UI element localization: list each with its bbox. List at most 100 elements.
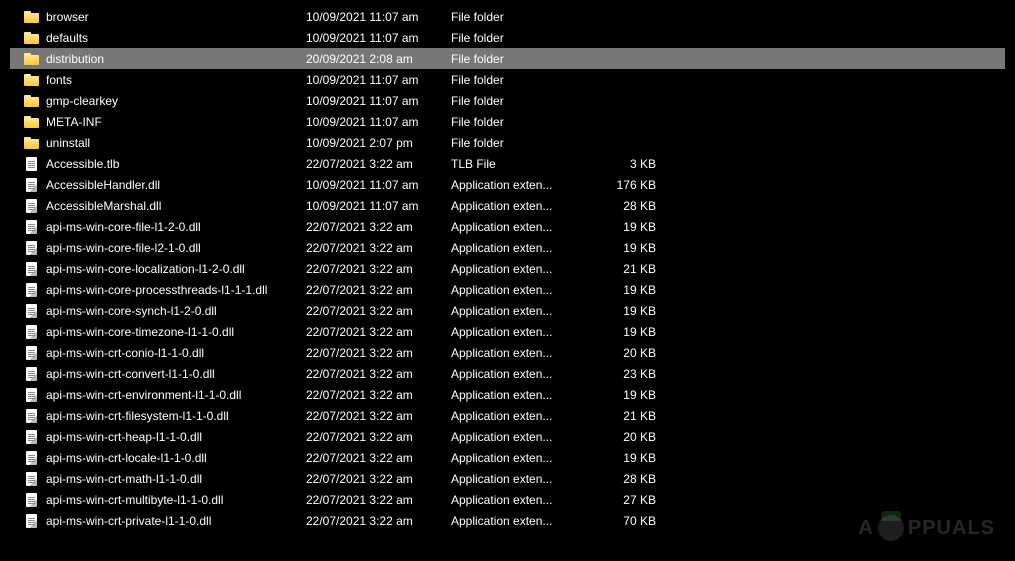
file-row[interactable]: Accessible.tlb22/07/2021 3:22 amTLB File… <box>10 153 1005 174</box>
file-row[interactable]: uninstall10/09/2021 2:07 pmFile folder <box>10 132 1005 153</box>
file-name: api-ms-win-crt-convert-l1-1-0.dll <box>46 367 306 381</box>
file-type: File folder <box>451 10 596 24</box>
file-type: Application exten... <box>451 388 596 402</box>
file-size: 19 KB <box>596 451 656 465</box>
file-row[interactable]: distribution20/09/2021 2:08 amFile folde… <box>10 48 1005 69</box>
file-row[interactable]: api-ms-win-core-synch-l1-2-0.dll22/07/20… <box>10 300 1005 321</box>
file-name: defaults <box>46 31 306 45</box>
file-type: Application exten... <box>451 304 596 318</box>
file-list[interactable]: browser10/09/2021 11:07 amFile folderdef… <box>0 0 1015 537</box>
dll-file-icon <box>24 177 40 193</box>
file-size: 28 KB <box>596 199 656 213</box>
file-row[interactable]: fonts10/09/2021 11:07 amFile folder <box>10 69 1005 90</box>
file-size: 176 KB <box>596 178 656 192</box>
file-name: gmp-clearkey <box>46 94 306 108</box>
file-date-modified: 22/07/2021 3:22 am <box>306 514 451 528</box>
dll-file-icon <box>24 303 40 319</box>
file-size: 28 KB <box>596 472 656 486</box>
file-row[interactable]: gmp-clearkey10/09/2021 11:07 amFile fold… <box>10 90 1005 111</box>
file-date-modified: 22/07/2021 3:22 am <box>306 325 451 339</box>
file-date-modified: 20/09/2021 2:08 am <box>306 52 451 66</box>
file-row[interactable]: AccessibleHandler.dll10/09/2021 11:07 am… <box>10 174 1005 195</box>
folder-icon <box>24 51 40 67</box>
file-date-modified: 22/07/2021 3:22 am <box>306 451 451 465</box>
file-type: Application exten... <box>451 199 596 213</box>
file-date-modified: 10/09/2021 2:07 pm <box>306 136 451 150</box>
file-size: 20 KB <box>596 430 656 444</box>
file-row[interactable]: api-ms-win-crt-heap-l1-1-0.dll22/07/2021… <box>10 426 1005 447</box>
file-date-modified: 22/07/2021 3:22 am <box>306 220 451 234</box>
file-row[interactable]: META-INF10/09/2021 11:07 amFile folder <box>10 111 1005 132</box>
file-type: TLB File <box>451 157 596 171</box>
file-size: 3 KB <box>596 157 656 171</box>
file-row[interactable]: api-ms-win-core-file-l2-1-0.dll22/07/202… <box>10 237 1005 258</box>
file-type: Application exten... <box>451 241 596 255</box>
file-type: Application exten... <box>451 409 596 423</box>
file-row[interactable]: api-ms-win-core-timezone-l1-1-0.dll22/07… <box>10 321 1005 342</box>
file-name: AccessibleMarshal.dll <box>46 199 306 213</box>
file-row[interactable]: AccessibleMarshal.dll10/09/2021 11:07 am… <box>10 195 1005 216</box>
file-row[interactable]: api-ms-win-crt-locale-l1-1-0.dll22/07/20… <box>10 447 1005 468</box>
file-size: 21 KB <box>596 409 656 423</box>
file-date-modified: 10/09/2021 11:07 am <box>306 115 451 129</box>
file-name: api-ms-win-core-localization-l1-2-0.dll <box>46 262 306 276</box>
file-date-modified: 10/09/2021 11:07 am <box>306 73 451 87</box>
file-date-modified: 22/07/2021 3:22 am <box>306 157 451 171</box>
folder-icon <box>24 114 40 130</box>
file-row[interactable]: browser10/09/2021 11:07 amFile folder <box>10 6 1005 27</box>
file-row[interactable]: api-ms-win-crt-private-l1-1-0.dll22/07/2… <box>10 510 1005 531</box>
file-row[interactable]: api-ms-win-crt-environment-l1-1-0.dll22/… <box>10 384 1005 405</box>
file-size: 19 KB <box>596 241 656 255</box>
folder-icon <box>24 135 40 151</box>
file-date-modified: 22/07/2021 3:22 am <box>306 493 451 507</box>
file-size: 19 KB <box>596 388 656 402</box>
folder-icon <box>24 93 40 109</box>
file-date-modified: 10/09/2021 11:07 am <box>306 10 451 24</box>
file-date-modified: 22/07/2021 3:22 am <box>306 409 451 423</box>
file-row[interactable]: api-ms-win-core-file-l1-2-0.dll22/07/202… <box>10 216 1005 237</box>
file-date-modified: 22/07/2021 3:22 am <box>306 367 451 381</box>
file-size: 70 KB <box>596 514 656 528</box>
file-type: Application exten... <box>451 514 596 528</box>
folder-icon <box>24 72 40 88</box>
dll-file-icon <box>24 261 40 277</box>
file-name: fonts <box>46 73 306 87</box>
file-date-modified: 22/07/2021 3:22 am <box>306 430 451 444</box>
dll-file-icon <box>24 366 40 382</box>
file-row[interactable]: api-ms-win-crt-math-l1-1-0.dll22/07/2021… <box>10 468 1005 489</box>
dll-file-icon <box>24 408 40 424</box>
file-row[interactable]: api-ms-win-crt-multibyte-l1-1-0.dll22/07… <box>10 489 1005 510</box>
dll-file-icon <box>24 219 40 235</box>
file-name: Accessible.tlb <box>46 157 306 171</box>
file-date-modified: 22/07/2021 3:22 am <box>306 346 451 360</box>
file-name: api-ms-win-crt-conio-l1-1-0.dll <box>46 346 306 360</box>
dll-file-icon <box>24 471 40 487</box>
file-row[interactable]: api-ms-win-core-localization-l1-2-0.dll2… <box>10 258 1005 279</box>
file-type: Application exten... <box>451 493 596 507</box>
file-row[interactable]: api-ms-win-core-processthreads-l1-1-1.dl… <box>10 279 1005 300</box>
file-row[interactable]: api-ms-win-crt-filesystem-l1-1-0.dll22/0… <box>10 405 1005 426</box>
dll-file-icon <box>24 387 40 403</box>
file-type: Application exten... <box>451 220 596 234</box>
file-date-modified: 10/09/2021 11:07 am <box>306 178 451 192</box>
file-type: Application exten... <box>451 346 596 360</box>
file-row[interactable]: api-ms-win-crt-convert-l1-1-0.dll22/07/2… <box>10 363 1005 384</box>
file-name: api-ms-win-core-file-l2-1-0.dll <box>46 241 306 255</box>
file-name: api-ms-win-crt-math-l1-1-0.dll <box>46 472 306 486</box>
file-size: 19 KB <box>596 220 656 234</box>
file-date-modified: 22/07/2021 3:22 am <box>306 241 451 255</box>
file-row[interactable]: defaults10/09/2021 11:07 amFile folder <box>10 27 1005 48</box>
file-type: Application exten... <box>451 367 596 381</box>
file-date-modified: 10/09/2021 11:07 am <box>306 31 451 45</box>
dll-file-icon <box>24 492 40 508</box>
file-name: api-ms-win-crt-filesystem-l1-1-0.dll <box>46 409 306 423</box>
dll-file-icon <box>24 282 40 298</box>
file-name: api-ms-win-crt-multibyte-l1-1-0.dll <box>46 493 306 507</box>
file-name: api-ms-win-crt-environment-l1-1-0.dll <box>46 388 306 402</box>
file-type: Application exten... <box>451 262 596 276</box>
file-date-modified: 10/09/2021 11:07 am <box>306 94 451 108</box>
file-row[interactable]: api-ms-win-crt-conio-l1-1-0.dll22/07/202… <box>10 342 1005 363</box>
file-name: browser <box>46 10 306 24</box>
file-date-modified: 22/07/2021 3:22 am <box>306 304 451 318</box>
file-name: META-INF <box>46 115 306 129</box>
